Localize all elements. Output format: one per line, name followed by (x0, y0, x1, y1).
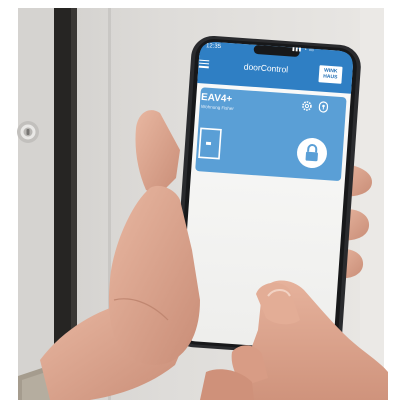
status-bar-indicators: ▮▮▮ ◔ ▭ (291, 46, 315, 54)
photo-scene: 12:35 ▮▮▮ ◔ ▭ doorControl WINK HAUS EAV4… (0, 0, 401, 400)
door-icon (197, 126, 223, 161)
lock-icon[interactable] (318, 100, 330, 113)
padlock-icon (305, 144, 318, 162)
hamburger-menu-icon[interactable] (198, 59, 210, 69)
brand-logo: WINK HAUS (318, 65, 343, 84)
gear-icon[interactable] (301, 99, 314, 112)
device-name: EAV4+ (200, 91, 233, 106)
